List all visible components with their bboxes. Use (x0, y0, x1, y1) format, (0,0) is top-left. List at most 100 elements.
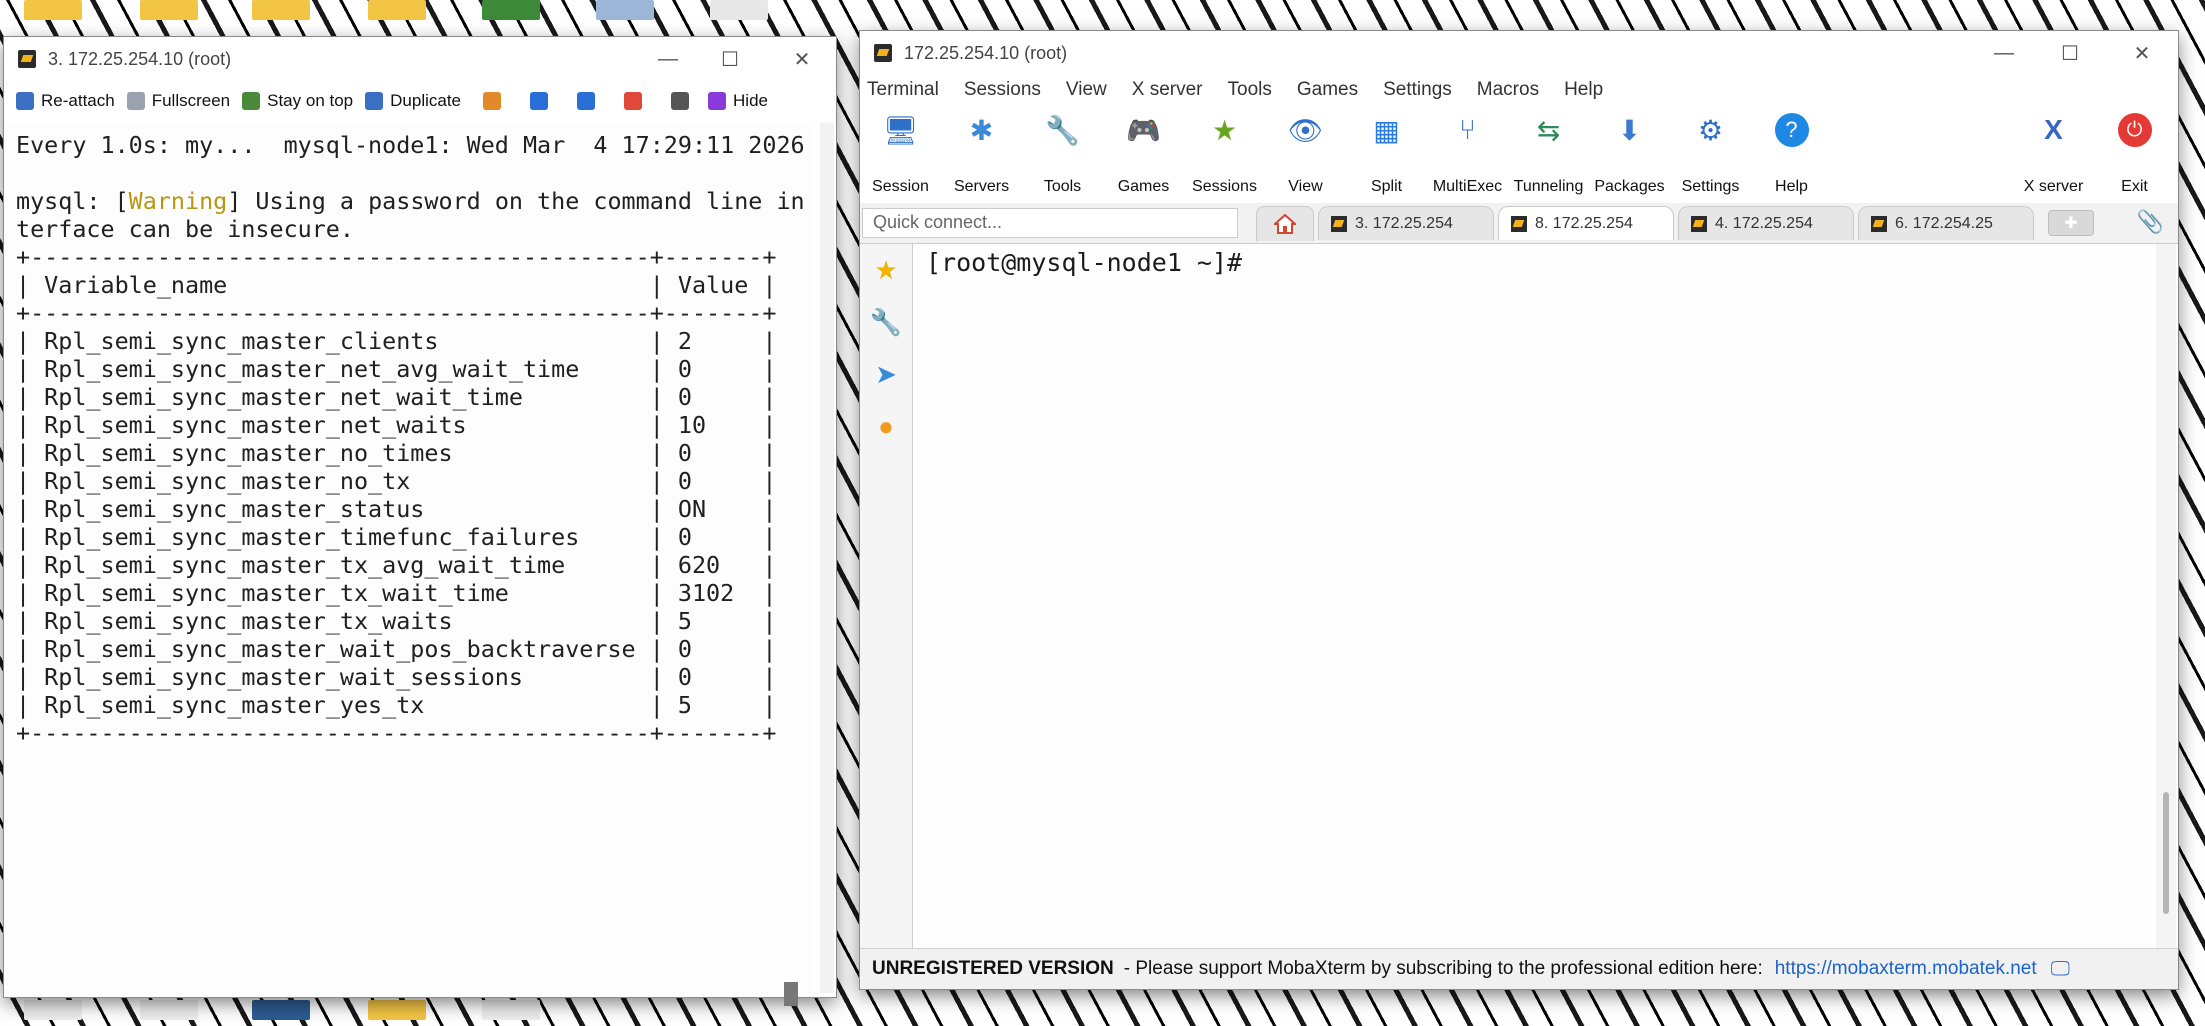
scrollbar[interactable] (820, 123, 834, 993)
toolbar-label: Games (1117, 178, 1170, 195)
stay-on-top-button[interactable]: Stay on top (242, 91, 353, 111)
fullscreen-button[interactable]: Fullscreen (126, 91, 230, 111)
home-icon (1274, 213, 1296, 234)
session-tab-label: 8. 172.25.254 (1535, 214, 1633, 232)
desktop-document-icon[interactable] (596, 0, 654, 20)
watch-header: Every 1.0s: my... mysql-node1: Wed Mar 4… (16, 131, 805, 159)
menu-terminal[interactable]: Terminal (867, 79, 939, 101)
session-tab[interactable]: 6. 172.254.25 (1858, 206, 2034, 240)
mobaxterm-main-window: 172.25.254.10 (root) — ☐ ✕ Terminal Sessi… (860, 31, 2178, 989)
menu-help[interactable]: Help (1564, 79, 1603, 101)
toolbar-label: Split (1370, 178, 1403, 195)
session-tab[interactable]: 8. 172.25.254 (1498, 206, 1674, 240)
support-message: - Please support MobaXterm by subscribin… (1123, 958, 1763, 979)
table-header: | Variable_name | Value | (16, 271, 777, 299)
tunneling-button[interactable]: ⇆ Tunneling (1508, 105, 1589, 201)
toolbar-label: X server (2023, 178, 2084, 195)
terminal-area[interactable]: [root@mysql-node1 ~]# (914, 244, 2154, 949)
settings-icon: ⚙ (1697, 114, 1724, 146)
sidebar-tools-icon[interactable]: 🔧 (860, 296, 912, 348)
title-bar[interactable]: 3. 172.25.254.10 (root) — ☐ ✕ (4, 37, 836, 81)
split-button[interactable]: ▦ Split (1346, 105, 1427, 201)
zoom-in-button[interactable] (530, 92, 555, 110)
warning-prefix: mysql: [ (16, 187, 129, 215)
table-border: +---------------------------------------… (16, 243, 777, 271)
zoom-out-button[interactable] (577, 92, 602, 110)
multiexec-icon: ⑂ (1459, 114, 1476, 145)
desktop-document-icon[interactable] (710, 0, 768, 20)
status-bar: UNREGISTERED VERSION - Please support Mo… (860, 948, 2178, 989)
session-button[interactable]: 🖥 Session (860, 105, 941, 201)
desktop-folder-icon[interactable] (252, 0, 310, 20)
split-icon: ▦ (1373, 114, 1400, 146)
games-button[interactable]: 🎮 Games (1103, 105, 1184, 201)
table-border: +---------------------------------------… (16, 299, 777, 327)
desktop-folder-icon[interactable] (24, 0, 82, 20)
menu-games[interactable]: Games (1297, 79, 1358, 101)
tools-icon: 🔧 (1045, 114, 1080, 146)
toolbar-label: Tunneling (1513, 178, 1584, 195)
close-button[interactable]: ✕ (772, 37, 832, 81)
session-tab[interactable]: 4. 172.25.254 (1678, 206, 1854, 240)
menu-view[interactable]: View (1066, 79, 1107, 101)
minimize-button[interactable]: — (638, 37, 698, 81)
quick-connect-input[interactable]: Quick connect... (862, 208, 1238, 238)
save-button[interactable] (624, 92, 649, 110)
servers-button[interactable]: ✱ Servers (941, 105, 1022, 201)
re-attach-button[interactable]: Re-attach (16, 91, 115, 111)
hide-button[interactable]: Hide (708, 91, 768, 111)
sidebar-sessions-star-icon[interactable]: ★ (860, 244, 912, 296)
mobatek-link[interactable]: https://mobaxterm.mobatek.net (1775, 958, 2037, 980)
sidebar-sftp-send-icon[interactable]: ➤ (860, 348, 912, 400)
close-button[interactable]: ✕ (2112, 31, 2172, 75)
desktop-folder-icon[interactable] (368, 1000, 426, 1020)
desktop-document-icon[interactable] (24, 1000, 82, 1020)
edit-button[interactable] (483, 92, 508, 110)
menu-x-server[interactable]: X server (1132, 79, 1203, 101)
home-tab[interactable] (1256, 205, 1314, 241)
menu-tools[interactable]: Tools (1228, 79, 1272, 101)
menu-settings[interactable]: Settings (1383, 79, 1452, 101)
sidebar-macros-icon[interactable]: ● (860, 400, 912, 452)
pin-icon (242, 92, 261, 110)
ssh-session-icon (1511, 215, 1527, 232)
toolbar-label: Exit (2121, 178, 2148, 195)
new-tab-button[interactable]: ✚ (2048, 210, 2094, 236)
table-row: | Rpl_semi_sync_master_no_tx | 0 | (16, 467, 777, 495)
main-toolbar: 🖥 Session ✱ Servers 🔧 Tools 🎮 Games ★ Sessions 👁 Vi… (860, 105, 2178, 201)
terminal-output[interactable]: Every 1.0s: my... mysql-node1: Wed Mar 4… (4, 123, 814, 993)
maximize-button[interactable]: ☐ (700, 37, 760, 81)
desktop-app-icon[interactable] (482, 0, 540, 20)
session-tab-row: Quick connect... 3. 172.25.254 8. 172.25.… (860, 203, 2178, 244)
menu-macros[interactable]: Macros (1477, 79, 1539, 101)
desktop-document-icon[interactable] (482, 1000, 540, 1020)
toolbar-label: MultiExec (1432, 178, 1503, 195)
toolbar-label: Servers (953, 178, 1010, 195)
view-button[interactable]: 👁 View (1265, 105, 1346, 201)
minimize-button[interactable]: — (1974, 31, 2034, 75)
mobaxterm-icon (874, 44, 892, 62)
tools-button[interactable]: 🔧 Tools (1022, 105, 1103, 201)
monitor-icon[interactable]: 🖵 (2051, 958, 2070, 981)
scrollbar[interactable] (2156, 244, 2176, 949)
title-bar[interactable]: 172.25.254.10 (root) — ☐ ✕ (860, 31, 2178, 75)
desktop-app-icon[interactable] (252, 1000, 310, 1020)
session-tab[interactable]: 3. 172.25.254 (1318, 206, 1494, 240)
scrollbar-thumb[interactable] (2163, 792, 2169, 914)
settings-button[interactable]: ⚙ Settings (1670, 105, 1751, 201)
attachment-icon[interactable]: 📎 (2137, 209, 2164, 235)
unregistered-label: UNREGISTERED VERSION (872, 958, 1114, 979)
desktop-folder-icon[interactable] (140, 0, 198, 20)
packages-button[interactable]: ⬇ Packages (1589, 105, 1670, 201)
desktop-folder-icon[interactable] (368, 0, 426, 20)
multiexec-button[interactable]: ⑂ MultiExec (1427, 105, 1508, 201)
sessions-button[interactable]: ★ Sessions (1184, 105, 1265, 201)
toolbar-label: Stay on top (267, 91, 354, 110)
duplicate-button[interactable]: Duplicate (365, 91, 461, 111)
print-button[interactable] (671, 92, 696, 110)
menu-sessions[interactable]: Sessions (964, 79, 1041, 101)
xserver-icon: X (2044, 114, 2063, 145)
help-button[interactable]: ? Help (1751, 105, 1832, 201)
maximize-button[interactable]: ☐ (2040, 31, 2100, 75)
desktop-document-icon[interactable] (140, 1000, 198, 1020)
